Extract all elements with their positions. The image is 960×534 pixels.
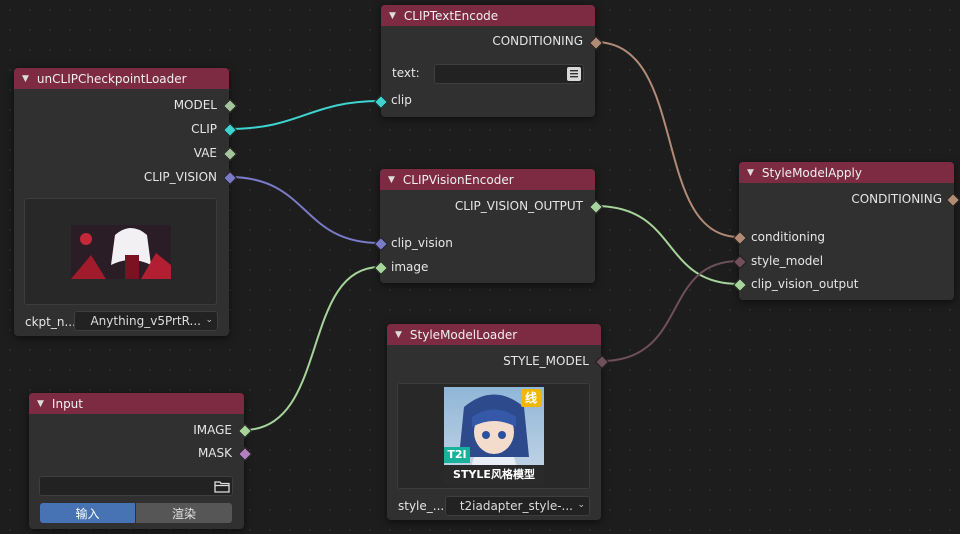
socket-label: CLIP bbox=[191, 122, 217, 136]
node-title: CLIPTextEncode bbox=[403, 8, 499, 23]
input-image: image bbox=[391, 260, 428, 274]
link-clip bbox=[228, 100, 381, 130]
t2i-tag: T2I bbox=[444, 447, 470, 463]
node-clip-vision-encoder[interactable]: ▼ CLIPVisionEncoder CLIP_VISION_OUTPUT cl… bbox=[380, 169, 595, 283]
node-header[interactable]: ▼ CLIPVisionEncoder bbox=[380, 169, 595, 190]
chevron-down-icon[interactable]: ▼ bbox=[22, 74, 29, 84]
style-model-thumbnail: 线 T2I STYLE风格模型 bbox=[444, 387, 544, 485]
output-mask: MASK bbox=[198, 446, 232, 460]
output-clip-vision-output: CLIP_VISION_OUTPUT bbox=[455, 199, 583, 213]
input-clip: clip bbox=[391, 93, 412, 107]
node-title: CLIPVisionEncoder bbox=[402, 172, 514, 187]
ckpt-select[interactable]: Anything_v5PrtR... ⌄ bbox=[74, 311, 218, 331]
socket-label: style_model bbox=[751, 254, 824, 268]
input-button[interactable]: 输入 bbox=[40, 503, 135, 523]
socket-label: IMAGE bbox=[193, 423, 232, 437]
link-image bbox=[243, 266, 381, 431]
input-clip-vision: clip_vision bbox=[391, 236, 453, 250]
text-editor-icon[interactable] bbox=[567, 67, 581, 81]
style-select[interactable]: t2iadapter_style-... ⌄ bbox=[445, 496, 590, 516]
node-input[interactable]: ▼ Input IMAGE MASK 输入 渲染 bbox=[29, 393, 244, 529]
output-clip-vision: CLIP_VISION bbox=[144, 170, 217, 184]
node-header[interactable]: ▼ CLIPTextEncode bbox=[381, 5, 595, 26]
file-path-input[interactable] bbox=[39, 476, 233, 496]
socket-label: CLIP_VISION bbox=[143, 170, 217, 184]
style-badge: 线 bbox=[521, 389, 541, 407]
socket-label: CONDITIONING bbox=[851, 192, 942, 206]
socket-label: VAE bbox=[193, 146, 217, 160]
socket-label: clip_vision_output bbox=[751, 277, 859, 291]
link-clip-vision-output bbox=[594, 205, 740, 285]
node-style-model-apply[interactable]: ▼ StyleModelApply CONDITIONING conditioni… bbox=[739, 162, 954, 300]
input-style-model: style_model bbox=[751, 254, 823, 268]
checkpoint-preview bbox=[24, 198, 217, 305]
button-label: 渲染 bbox=[171, 506, 196, 521]
ckpt-label: ckpt_n... bbox=[25, 315, 76, 329]
link-clip-vision bbox=[228, 176, 381, 244]
output-conditioning: CONDITIONING bbox=[851, 192, 942, 206]
link-conditioning bbox=[594, 41, 740, 238]
output-vae: VAE bbox=[194, 146, 217, 160]
node-title: StyleModelLoader bbox=[409, 327, 518, 342]
checkpoint-thumbnail bbox=[71, 225, 171, 279]
render-button[interactable]: 渲染 bbox=[136, 503, 232, 523]
node-title: StyleModelApply bbox=[761, 165, 862, 180]
button-label: 输入 bbox=[75, 506, 100, 521]
socket-label: STYLE_MODEL bbox=[503, 354, 589, 368]
output-style-model: STYLE_MODEL bbox=[503, 354, 589, 368]
output-conditioning: CONDITIONING bbox=[492, 34, 583, 48]
socket-label: conditioning bbox=[751, 230, 826, 244]
node-header[interactable]: ▼ unCLIPCheckpointLoader bbox=[14, 68, 229, 89]
node-title: unCLIPCheckpointLoader bbox=[36, 71, 187, 86]
node-style-model-loader[interactable]: ▼ StyleModelLoader STYLE_MODEL 线 T2I STYL… bbox=[387, 324, 601, 520]
style-label: style_... bbox=[398, 499, 445, 513]
style-model-preview: 线 T2I STYLE风格模型 bbox=[397, 383, 590, 489]
folder-icon[interactable] bbox=[214, 479, 230, 493]
style-value: t2iadapter_style-... bbox=[459, 499, 573, 513]
chevron-down-icon: ⌄ bbox=[205, 315, 213, 325]
style-caption: STYLE风格模型 bbox=[444, 465, 544, 485]
output-clip: CLIP bbox=[191, 122, 217, 136]
output-image: IMAGE bbox=[193, 423, 232, 437]
socket-label: CONDITIONING bbox=[492, 34, 583, 48]
output-model: MODEL bbox=[174, 98, 217, 112]
socket-label: CLIP_VISION_OUTPUT bbox=[454, 199, 583, 213]
chevron-down-icon: ⌄ bbox=[577, 500, 585, 510]
input-clip-vision-output: clip_vision_output bbox=[751, 277, 858, 291]
node-header[interactable]: ▼ Input bbox=[29, 393, 244, 414]
socket-label: clip_vision bbox=[391, 236, 453, 250]
node-header[interactable]: ▼ StyleModelApply bbox=[739, 162, 954, 183]
socket-label: MODEL bbox=[173, 98, 217, 112]
link-style-model bbox=[600, 260, 740, 362]
node-header[interactable]: ▼ StyleModelLoader bbox=[387, 324, 601, 345]
chevron-down-icon[interactable]: ▼ bbox=[389, 11, 396, 21]
chevron-down-icon[interactable]: ▼ bbox=[747, 168, 754, 178]
node-title: Input bbox=[51, 396, 83, 411]
socket-label: MASK bbox=[197, 446, 232, 460]
chevron-down-icon[interactable]: ▼ bbox=[37, 399, 44, 409]
chevron-down-icon[interactable]: ▼ bbox=[388, 175, 395, 185]
text-input[interactable] bbox=[434, 64, 584, 84]
node-unclip-checkpoint-loader[interactable]: ▼ unCLIPCheckpointLoader MODEL CLIP VAE C… bbox=[14, 68, 229, 336]
node-clip-text-encode[interactable]: ▼ CLIPTextEncode CONDITIONING text: clip bbox=[381, 5, 595, 117]
socket-label: image bbox=[391, 260, 429, 274]
socket-label: clip bbox=[391, 93, 412, 107]
text-label: text: bbox=[392, 66, 420, 80]
input-conditioning: conditioning bbox=[751, 230, 825, 244]
chevron-down-icon[interactable]: ▼ bbox=[395, 330, 402, 340]
ckpt-value: Anything_v5PrtR... bbox=[90, 314, 201, 328]
